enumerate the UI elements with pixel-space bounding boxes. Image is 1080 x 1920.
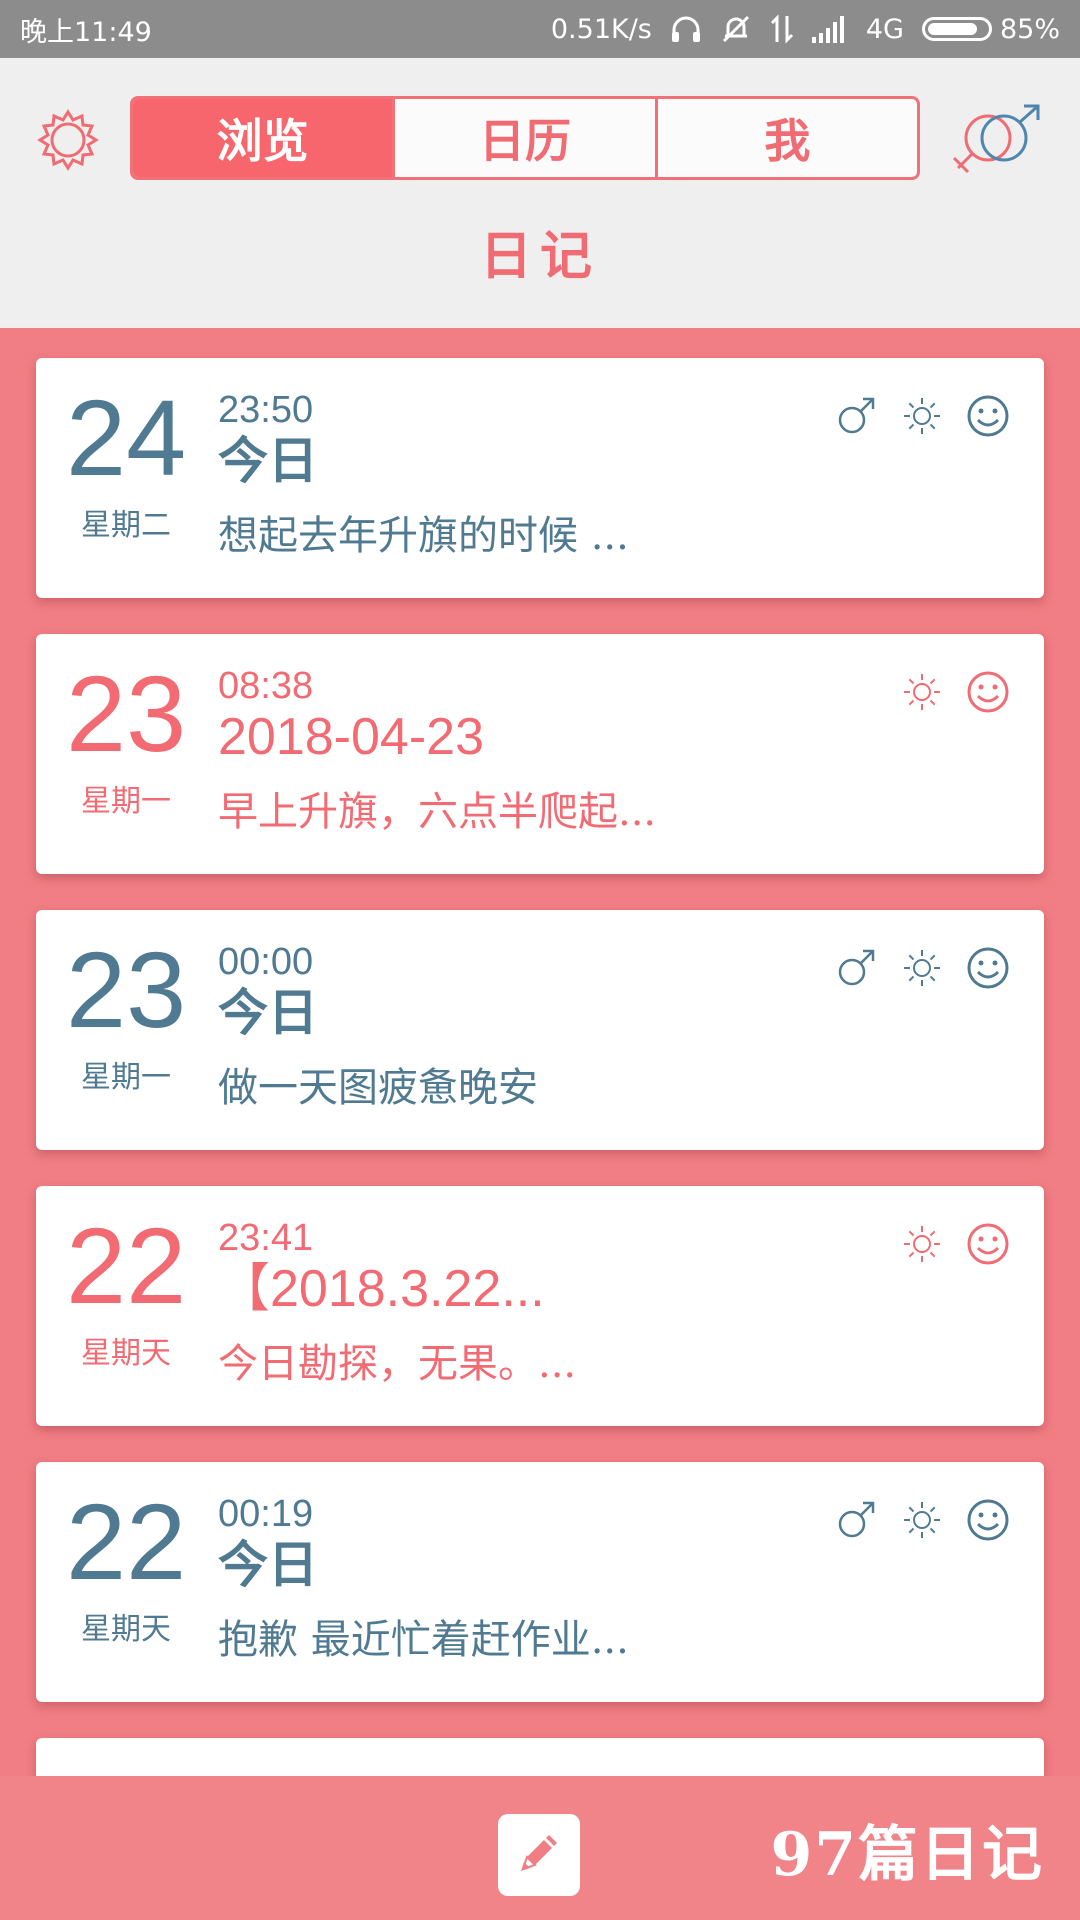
entry-title: 【2018.3.22... xyxy=(218,1260,545,1318)
entry-weekday: 星期天 xyxy=(81,1336,171,1371)
network-type: 4G xyxy=(865,13,904,45)
entry-time: 23:50 xyxy=(218,389,314,431)
page-title: 日记 xyxy=(479,226,600,287)
entry-icons xyxy=(834,946,1010,990)
diary-entry-card[interactable]: 22 星期天 23:41 【2018.3.22... 今日勘探，无果。... xyxy=(36,1186,1044,1426)
entry-day: 23 xyxy=(66,929,187,1050)
bottom-bar: 97篇日记 xyxy=(0,1776,1080,1920)
diary-entry-card[interactable]: 23 星期一 00:00 今日 做一天图疲惫晚安 xyxy=(36,910,1044,1150)
smile-icon xyxy=(966,670,1010,714)
entry-day: 22 xyxy=(66,1205,187,1326)
battery-indicator: 85% xyxy=(921,13,1060,45)
sun-icon xyxy=(900,1222,944,1266)
entry-title: 今日 xyxy=(218,983,318,1042)
tab-calendar[interactable]: 日历 xyxy=(392,99,654,177)
diary-entry-card[interactable]: 23 星期一 08:38 2018-04-23 早上升旗，六点半爬起... xyxy=(36,634,1044,874)
male-icon xyxy=(834,946,878,990)
new-entry-button[interactable] xyxy=(498,1814,580,1896)
entry-title: 2018-04-23 xyxy=(218,708,484,766)
gear-icon[interactable] xyxy=(36,108,100,172)
smile-icon xyxy=(966,946,1010,990)
entry-time: 23:41 xyxy=(218,1217,314,1259)
sun-icon xyxy=(900,1498,944,1542)
entry-weekday: 星期一 xyxy=(81,784,171,819)
tab-me[interactable]: 我 xyxy=(654,99,917,177)
tab-browse[interactable]: 浏览 xyxy=(133,99,393,177)
headphones-icon xyxy=(670,14,702,44)
entry-weekday: 星期天 xyxy=(81,1612,171,1647)
entry-icons xyxy=(834,1498,1010,1542)
entry-time: 00:19 xyxy=(218,1493,314,1535)
entry-count: 97篇日记 xyxy=(770,1820,1044,1890)
status-indicators: 0.51K/s 4G 85% xyxy=(551,13,1060,45)
mute-bell-icon xyxy=(720,13,752,45)
male-icon xyxy=(834,394,878,438)
entry-snippet: 抱歉 最近忙着赶作业... xyxy=(218,1617,629,1663)
male-icon xyxy=(834,1498,878,1542)
entry-snippet: 想起去年升旗的时候 ... xyxy=(218,513,629,559)
smile-icon xyxy=(966,1222,1010,1266)
net-speed: 0.51K/s xyxy=(550,13,652,45)
entry-title: 今日 xyxy=(218,1535,318,1594)
entry-day: 24 xyxy=(66,377,187,498)
diary-entry-card[interactable]: 24 星期二 23:50 今日 想起去年升旗的时候 ... xyxy=(36,358,1044,598)
entry-snippet: 今日勘探，无果。... xyxy=(218,1341,577,1387)
entry-day: 23 xyxy=(66,653,187,774)
gender-switch-icon[interactable] xyxy=(950,102,1046,182)
sun-icon xyxy=(900,946,944,990)
battery-fill xyxy=(927,23,978,35)
diary-list[interactable]: 24 星期二 23:50 今日 想起去年升旗的时候 ... 23 星期一 08:… xyxy=(36,358,1044,1798)
entry-time: 00:00 xyxy=(218,941,314,983)
entry-day: 22 xyxy=(66,1481,187,1602)
sun-icon xyxy=(900,394,944,438)
battery-percent: 85% xyxy=(999,13,1060,45)
sun-icon xyxy=(900,670,944,714)
app-header: 浏览 日历 我 日记 xyxy=(0,58,1080,328)
status-time: 晚上11:49 xyxy=(20,16,152,48)
entry-weekday: 星期一 xyxy=(81,1060,171,1095)
battery-icon xyxy=(921,17,992,41)
entry-icons xyxy=(834,394,1010,438)
entry-title: 今日 xyxy=(218,431,318,490)
nav-tabs: 浏览 日历 我 xyxy=(130,96,920,180)
diary-entry-card[interactable]: 22 星期天 00:19 今日 抱歉 最近忙着赶作业... xyxy=(36,1462,1044,1702)
entry-icons xyxy=(900,1222,1010,1266)
signal-icon xyxy=(811,15,848,43)
smile-icon xyxy=(966,1498,1010,1542)
data-transfer-icon xyxy=(770,14,794,44)
pencil-icon xyxy=(513,1827,565,1883)
entry-icons xyxy=(900,670,1010,714)
entry-snippet: 做一天图疲惫晚安 xyxy=(218,1065,538,1111)
entry-snippet: 早上升旗，六点半爬起... xyxy=(218,789,657,835)
smile-icon xyxy=(966,394,1010,438)
entry-time: 08:38 xyxy=(218,665,314,707)
status-bar: 晚上11:49 0.51K/s 4G 85% xyxy=(0,0,1080,58)
entry-weekday: 星期二 xyxy=(81,508,171,543)
